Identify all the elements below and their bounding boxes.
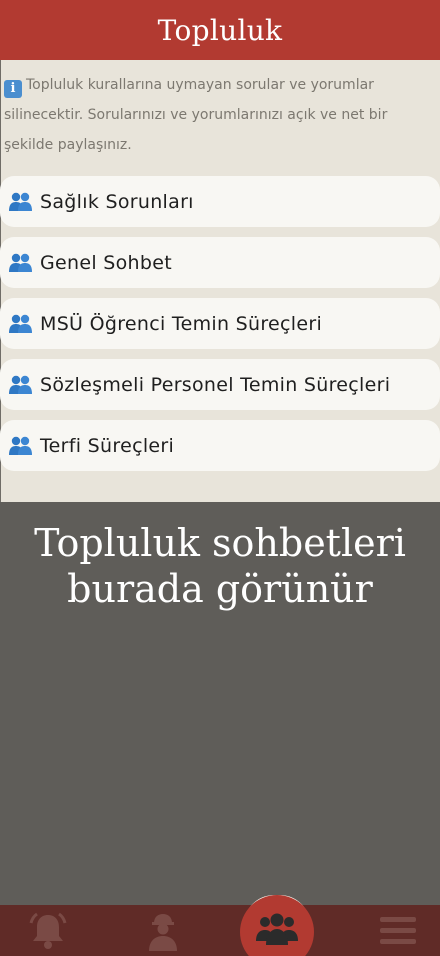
group-icon <box>9 192 32 211</box>
community-room-list: Sağlık Sorunları Genel Sohbet MSÜ Öğrenc… <box>0 176 440 481</box>
tab-notifications[interactable] <box>18 905 78 956</box>
group-icon <box>9 314 32 333</box>
room-label: MSÜ Öğrenci Temin Süreçleri <box>40 312 323 335</box>
room-item-terfi-surecleri[interactable]: Terfi Süreçleri <box>0 420 440 471</box>
room-item-genel-sohbet[interactable]: Genel Sohbet <box>0 237 440 288</box>
tab-personnel[interactable] <box>133 905 193 956</box>
rules-notice: i Topluluk kurallarına uymayan sorular ve… <box>4 70 424 160</box>
group-icon <box>9 253 32 272</box>
room-item-msu-ogrenci[interactable]: MSÜ Öğrenci Temin Süreçleri <box>0 298 440 349</box>
room-label: Terfi Süreçleri <box>40 434 175 457</box>
soldier-icon <box>149 913 177 951</box>
chat-placeholder-panel: Topluluk sohbetleri burada görünür <box>0 502 440 905</box>
room-label: Genel Sohbet <box>40 251 172 274</box>
info-icon: i <box>4 80 22 98</box>
page-title: Topluluk <box>157 13 283 47</box>
notice-text: Topluluk kurallarına uymayan sorular ve … <box>4 77 388 153</box>
room-label: Sözleşmeli Personel Temin Süreçleri <box>40 373 391 396</box>
group-icon <box>9 436 32 455</box>
menu-icon <box>380 916 416 944</box>
top-bar: Topluluk <box>0 0 440 60</box>
room-item-sozlesmeli-personel[interactable]: Sözleşmeli Personel Temin Süreçleri <box>0 359 440 410</box>
tab-menu[interactable] <box>368 905 428 956</box>
group-icon <box>9 375 32 394</box>
bottom-tab-bar <box>0 905 440 956</box>
community-icon <box>256 913 298 945</box>
placeholder-text: Topluluk sohbetleri burada görünür <box>34 521 406 611</box>
room-label: Sağlık Sorunları <box>40 190 194 213</box>
bell-icon <box>29 912 67 949</box>
room-item-saglik-sorunlari[interactable]: Sağlık Sorunları <box>0 176 440 227</box>
